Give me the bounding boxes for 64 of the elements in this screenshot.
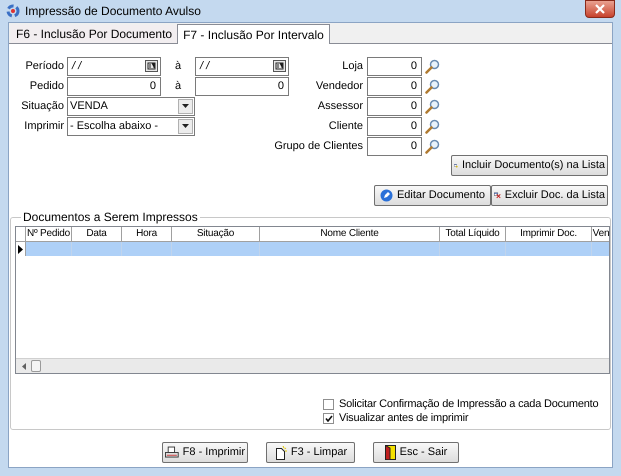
delete-button[interactable]: Excluir Doc. da Lista [491,185,608,206]
calendar-icon [145,60,158,72]
date-field[interactable]: / / [195,56,289,76]
column-header: Data [72,227,122,241]
scroll-left-icon [22,362,26,370]
column-header: Imprimir Doc. [506,227,592,241]
dropdown[interactable]: VENDA [67,96,195,116]
field-label: Loja [342,58,363,74]
door-icon [384,445,396,460]
number-field[interactable]: 0 [367,56,422,76]
pencil-icon [380,189,393,202]
column-header: Ven [592,227,609,241]
search-icon [425,138,440,154]
column-header: Situação [172,227,260,241]
field-label: Imprimir [23,118,65,134]
field-label: Vendedor [316,78,363,94]
group-title: Documentos a Serem Impressos [22,209,199,226]
checkbox[interactable] [323,413,334,424]
search-icon [425,78,440,94]
check-icon [324,415,332,422]
column-header: Nome Cliente [260,227,440,241]
edit-button[interactable]: Editar Documento [374,185,491,206]
caret-icon [182,104,189,108]
close-icon [595,4,605,14]
field-label: Cliente [328,118,363,134]
search-icon [425,58,440,74]
field-label: Assessor [318,98,363,114]
horizontal-scrollbar[interactable] [16,358,609,373]
number-field[interactable]: 0 [367,116,422,136]
date-field[interactable]: / / [67,56,161,76]
number-field[interactable]: 0 [367,76,422,96]
include-button[interactable]: Incluir Documento(s) na Lista [451,155,608,176]
window-title: Impressão de Documento Avulso [25,3,201,20]
checkbox-option[interactable]: Visualizar antes de imprimir [323,412,468,425]
field-label: Situação [20,98,65,114]
field-label: Pedido [28,78,65,94]
checkbox-option[interactable]: Solicitar Confirmação de Impressão a cada Documento [323,398,598,411]
calendar-icon [273,60,286,72]
number-field[interactable]: 0 [367,136,422,156]
close-button[interactable] [585,0,615,18]
page-icon [274,446,287,460]
scroll-thumb[interactable] [31,360,41,372]
field-label: Grupo de Clientes [274,138,363,154]
caret-icon [182,124,189,128]
search-icon [425,98,440,114]
search-icon [425,118,440,134]
tab[interactable]: F7 - Inclusão Por Intervalo [177,24,330,44]
range-separator: à [174,78,182,94]
exit-button[interactable]: Esc - Sair [373,442,459,463]
clear-button[interactable]: F3 - Limpar [266,442,355,463]
checkbox[interactable] [323,399,334,410]
dropdown[interactable]: - Escolha abaixo - [67,116,195,136]
number-field[interactable]: 0 [367,96,422,116]
number-field[interactable]: 0 [67,76,161,96]
field-label: Período [24,58,65,74]
column-header: Nº Pedido [26,227,72,241]
column-header: Hora [122,227,172,241]
range-separator: à [174,58,182,74]
print-button[interactable]: F8 - Imprimir [162,442,248,463]
app-icon [6,4,20,18]
column-header: Total Líquido [440,227,506,241]
printer-icon [165,446,179,459]
number-field[interactable]: 0 [195,76,289,96]
row-pointer-icon [18,244,23,254]
